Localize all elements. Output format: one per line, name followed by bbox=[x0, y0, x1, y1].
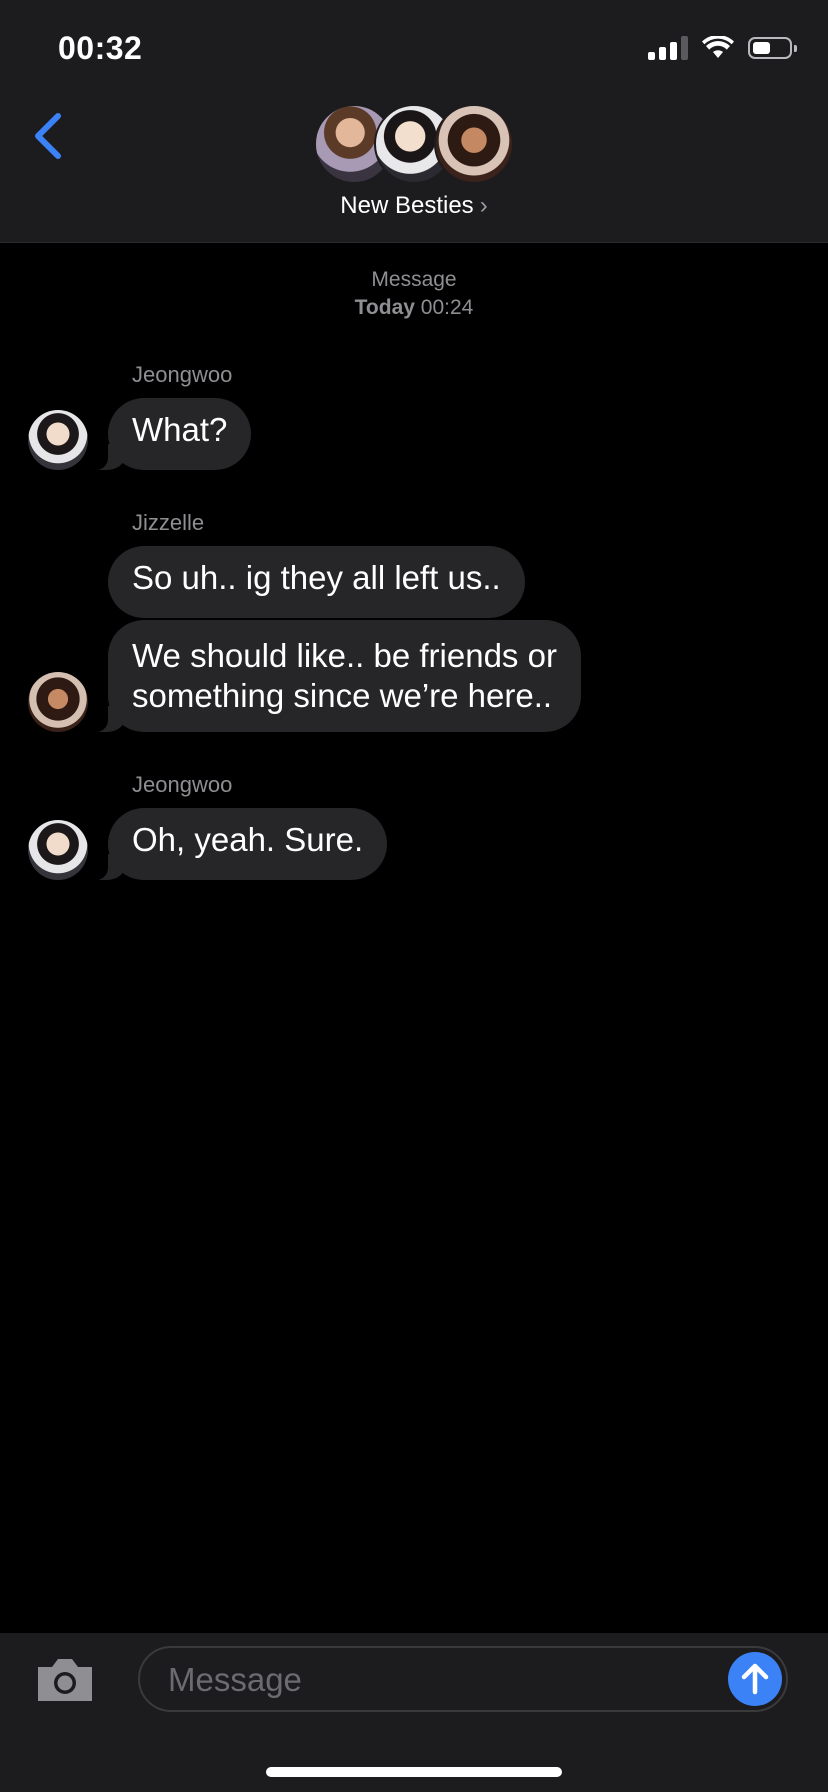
navigation-header: 00:32 New Besties › bbox=[0, 0, 828, 243]
home-indicator[interactable] bbox=[266, 1767, 562, 1777]
avatar bbox=[434, 104, 514, 184]
message-bubble[interactable]: Oh, yeah. Sure. bbox=[85, 808, 388, 880]
group-name-label: New Besties bbox=[340, 192, 474, 219]
avatar[interactable] bbox=[28, 410, 88, 470]
sender-name: Jizzelle bbox=[132, 510, 205, 535]
status-icons bbox=[648, 36, 797, 60]
sender-name: Jeongwoo bbox=[132, 772, 233, 797]
back-button[interactable] bbox=[28, 110, 68, 162]
timestamp-label: Message bbox=[371, 268, 457, 291]
wifi-icon bbox=[702, 36, 734, 58]
thread-timestamp: Message Today 00:24 bbox=[0, 266, 828, 322]
arrow-up-icon bbox=[741, 1663, 769, 1695]
group-avatars[interactable] bbox=[314, 104, 514, 184]
camera-icon[interactable] bbox=[34, 1655, 96, 1705]
message-bubble[interactable]: We should like.. be friends or something… bbox=[86, 620, 581, 732]
message-text: We should like.. be friends or bbox=[132, 637, 557, 674]
chevron-right-icon: › bbox=[479, 192, 488, 219]
cellular-signal-icon bbox=[648, 36, 688, 60]
message-text: Oh, yeah. Sure. bbox=[132, 821, 364, 858]
composer-bar bbox=[0, 1633, 828, 1792]
send-button[interactable] bbox=[728, 1652, 782, 1706]
battery-icon bbox=[748, 37, 797, 59]
message-bubble[interactable]: What? bbox=[85, 398, 252, 470]
message-text: What? bbox=[132, 411, 228, 448]
status-time: 00:32 bbox=[58, 30, 143, 66]
message-bubble[interactable]: So uh.. ig they all left us.. bbox=[108, 546, 525, 618]
message-text: So uh.. ig they all left us.. bbox=[132, 559, 501, 596]
avatar[interactable] bbox=[28, 672, 88, 732]
sender-name: Jeongwoo bbox=[132, 362, 233, 387]
group-title[interactable]: New Besties › bbox=[0, 192, 828, 220]
message-input-field[interactable] bbox=[138, 1646, 788, 1712]
message-text: something since we’re here.. bbox=[132, 677, 553, 714]
avatar[interactable] bbox=[28, 820, 88, 880]
timestamp-time: 00:24 bbox=[420, 296, 474, 319]
message-input[interactable] bbox=[166, 1648, 710, 1712]
timestamp-day: Today bbox=[354, 296, 415, 319]
